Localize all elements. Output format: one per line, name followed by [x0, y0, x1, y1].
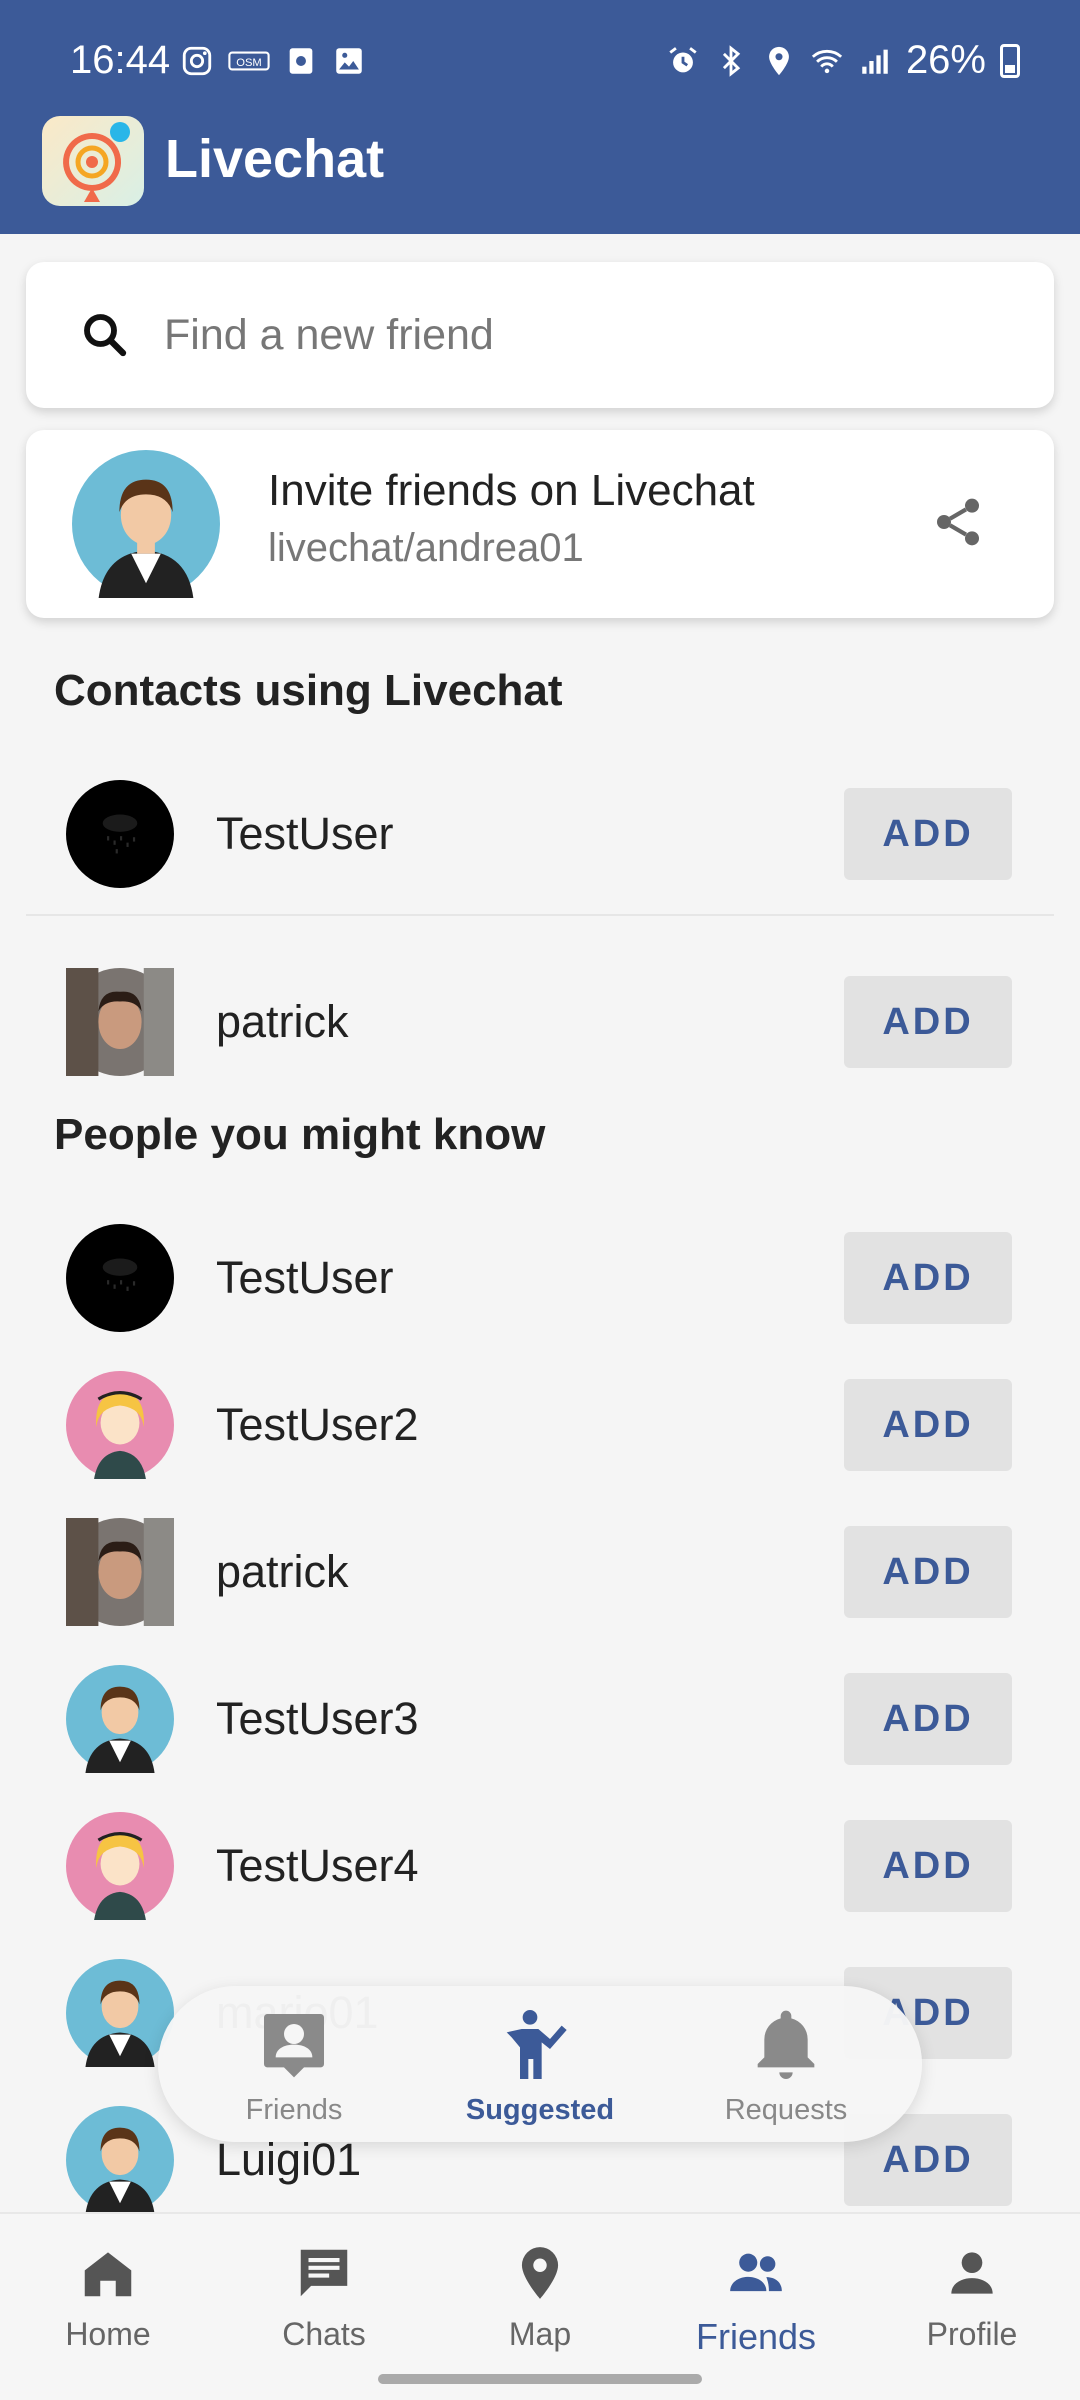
app-bar: 16:44 OSM 26% Livechat	[0, 0, 1080, 234]
subnav-requests-label: Requests	[724, 2094, 848, 2126]
suggestion-row: TestUser4 ADD	[0, 1782, 1080, 1922]
boy-avatar	[66, 1665, 174, 1773]
dark-rain-avatar	[66, 780, 174, 888]
bluetooth-icon	[722, 44, 741, 77]
contact-card-icon	[264, 2014, 324, 2078]
search-bar[interactable]	[26, 262, 1054, 408]
photo-avatar-patrick	[66, 968, 174, 1076]
suggestion-row: TestUser2 ADD	[0, 1341, 1080, 1481]
add-friend-button[interactable]: ADD	[844, 1526, 1012, 1618]
boy-avatar	[66, 1959, 174, 2067]
search-input[interactable]	[164, 302, 1024, 368]
osm-icon: OSM	[228, 51, 270, 71]
share-icon[interactable]	[930, 494, 986, 550]
add-friend-button[interactable]: ADD	[844, 1379, 1012, 1471]
add-friend-button[interactable]: ADD	[844, 1820, 1012, 1912]
invite-card[interactable]: Invite friends on Livechat livechat/andr…	[26, 430, 1054, 618]
photo-avatar-patrick	[66, 1518, 174, 1626]
nav-profile-label: Profile	[926, 2316, 1018, 2352]
battery-icon	[1000, 43, 1020, 78]
suggestion-name: TestUser2	[216, 1399, 419, 1450]
contact-name: patrick	[216, 996, 349, 1047]
status-bar: 16:44 OSM 26%	[0, 0, 1080, 120]
wifi-icon	[811, 49, 843, 73]
girl-avatar	[66, 1812, 174, 1920]
battery-percent: 26%	[905, 38, 986, 82]
subnav-suggested[interactable]: Suggested	[430, 2004, 650, 2127]
status-time: 16:44	[70, 38, 171, 82]
invite-link: livechat/andrea01	[268, 526, 584, 570]
person-waving-icon	[506, 2010, 567, 2079]
location-icon	[769, 46, 789, 75]
nav-profile[interactable]: Profile	[864, 2242, 1080, 2353]
contact-name: TestUser	[216, 808, 394, 859]
dark-rain-avatar	[66, 1224, 174, 1332]
bottom-nav: Home Chats Map Friends Profile	[0, 2212, 1080, 2400]
add-friend-button[interactable]: ADD	[844, 788, 1012, 880]
home-icon	[84, 2252, 132, 2297]
girl-avatar	[66, 1371, 174, 1479]
alarm-icon	[669, 46, 697, 72]
add-friend-button[interactable]: ADD	[844, 976, 1012, 1068]
suggestion-name: TestUser4	[216, 1840, 419, 1891]
nav-home[interactable]: Home	[0, 2242, 216, 2353]
instagram-icon	[182, 46, 212, 76]
search-icon	[84, 314, 127, 357]
subnav-friends-label: Friends	[245, 2094, 343, 2126]
app-title: Livechat	[165, 129, 385, 189]
divider	[26, 914, 1054, 916]
contacts-section-title: Contacts using Livechat	[54, 666, 563, 715]
nav-friends-label: Friends	[695, 2316, 817, 2357]
suggestion-name: TestUser3	[216, 1693, 419, 1744]
suggestion-row: patrick ADD	[0, 1488, 1080, 1628]
suggestion-row: TestUser3 ADD	[0, 1635, 1080, 1775]
subnav-suggested-label: Suggested	[465, 2094, 615, 2126]
people-icon	[730, 2253, 782, 2292]
nav-map[interactable]: Map	[432, 2242, 648, 2353]
status-notification-icons: OSM	[180, 44, 366, 78]
suggestion-row: TestUser ADD	[0, 1194, 1080, 1334]
suggestions-section-title: People you might know	[54, 1110, 546, 1159]
invite-title: Invite friends on Livechat	[268, 466, 755, 515]
person-icon	[951, 2252, 993, 2294]
status-system-icons: 26%	[666, 38, 1020, 83]
subnav-requests[interactable]: Requests	[676, 2004, 896, 2127]
app-logo	[42, 116, 144, 206]
add-friend-button[interactable]: ADD	[844, 1673, 1012, 1765]
user-avatar	[72, 450, 220, 598]
suggestion-name: patrick	[216, 1546, 349, 1597]
contact-row: TestUser ADD	[0, 750, 1080, 890]
bell-icon	[757, 2010, 815, 2079]
signal-icon	[862, 49, 888, 74]
nav-friends[interactable]: Friends	[648, 2242, 864, 2358]
svg-text:OSM: OSM	[236, 57, 261, 69]
subnav-friends[interactable]: Friends	[184, 2004, 404, 2127]
suggestion-name: TestUser	[216, 1252, 394, 1303]
clipboard-icon	[289, 48, 313, 74]
chat-icon	[300, 2249, 348, 2297]
nav-chats[interactable]: Chats	[216, 2242, 432, 2353]
friends-subnav: Friends Suggested Requests	[158, 1986, 922, 2142]
add-friend-button[interactable]: ADD	[844, 1232, 1012, 1324]
home-indicator[interactable]	[378, 2374, 702, 2384]
gallery-icon	[336, 48, 362, 74]
map-pin-icon	[521, 2247, 559, 2299]
boy-avatar	[66, 2106, 174, 2214]
nav-home-label: Home	[65, 2316, 151, 2352]
nav-map-label: Map	[508, 2316, 572, 2352]
contact-row: patrick ADD	[0, 938, 1080, 1078]
nav-chats-label: Chats	[282, 2316, 366, 2352]
